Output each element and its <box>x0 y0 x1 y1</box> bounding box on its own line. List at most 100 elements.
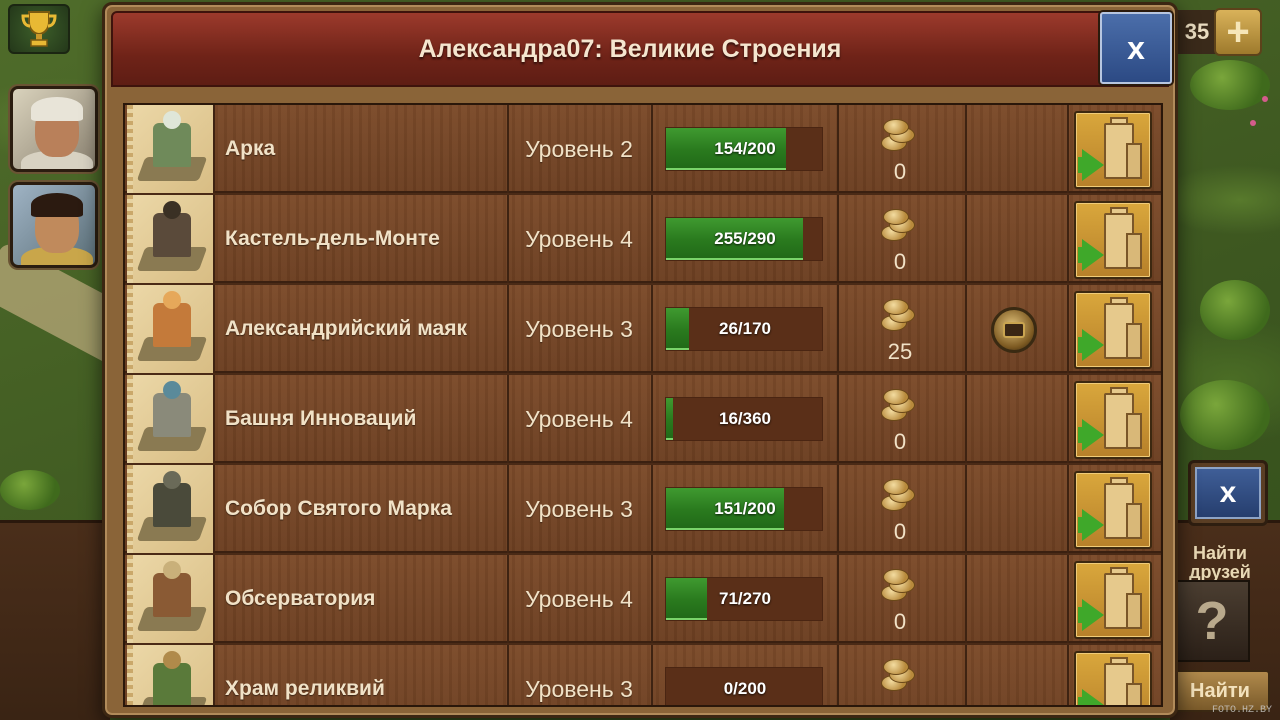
contribute-button[interactable] <box>1074 111 1152 189</box>
column-divider <box>837 285 839 373</box>
social-bar-left <box>0 520 110 720</box>
column-divider <box>965 375 967 463</box>
neighbor-avatar[interactable] <box>10 86 98 172</box>
column-divider <box>651 105 653 193</box>
column-divider <box>1067 645 1069 705</box>
reward-chest-icon[interactable] <box>991 307 1037 353</box>
building-thumbnail[interactable] <box>127 465 215 553</box>
progress-text: 16/360 <box>719 409 771 428</box>
arrow-right-icon <box>1082 419 1104 451</box>
forge-progress-bar: 26/170 <box>665 307 823 351</box>
forge-points-icon <box>877 207 921 241</box>
dialog-header: Александра07: Великие Строения <box>111 11 1169 87</box>
trophy-icon <box>21 11 57 47</box>
contribute-button[interactable] <box>1074 651 1152 705</box>
thumbnail-border <box>127 105 133 193</box>
building-row[interactable]: Обсерватория Уровень 4 71/270 0 <box>125 555 1161 643</box>
column-divider <box>837 195 839 283</box>
building-level: Уровень 2 <box>525 135 633 162</box>
forge-points-icon <box>877 477 921 511</box>
building-body <box>153 393 191 437</box>
progress-text: 71/270 <box>719 589 771 608</box>
great-buildings-table: Арка Уровень 2 154/200 0 Кастель-дель-Монте У… <box>123 103 1163 707</box>
building-thumbnail[interactable] <box>127 105 215 193</box>
building-name: Храм реликвий <box>225 677 385 700</box>
contribute-button[interactable] <box>1074 561 1152 639</box>
side-panel-close-button[interactable]: x <box>1188 460 1268 526</box>
building-body <box>153 483 191 527</box>
building-thumbnail[interactable] <box>127 285 215 373</box>
building-row[interactable]: Башня Инноваций Уровень 4 16/360 0 <box>125 375 1161 463</box>
contribute-button[interactable] <box>1074 471 1152 549</box>
coin-shape <box>883 389 909 405</box>
guild-member-avatar[interactable] <box>10 182 98 268</box>
forge-progress-bar: 71/270 <box>665 577 823 621</box>
building-roof <box>163 291 181 309</box>
tower-side <box>1126 143 1142 179</box>
progress-text: 0/200 <box>723 679 767 698</box>
thumbnail-border <box>127 645 133 705</box>
forge-points-value: 0 <box>893 429 907 454</box>
building-thumbnail[interactable] <box>127 195 215 283</box>
building-roof <box>163 651 181 669</box>
forge-points-value <box>865 697 935 705</box>
dialog-close-button[interactable]: x <box>1100 12 1172 84</box>
building-name: Собор Святого Марка <box>225 497 452 520</box>
avatar-hair <box>31 193 83 217</box>
close-icon: x <box>1195 467 1261 519</box>
forge-points-icon <box>877 297 921 331</box>
coin-shape <box>883 119 909 135</box>
thumbnail-border <box>127 555 133 643</box>
add-resource-button[interactable]: + <box>1214 8 1262 56</box>
building-level: Уровень 4 <box>525 225 633 252</box>
coin-shape <box>883 479 909 495</box>
unknown-friend-portrait[interactable]: ? <box>1174 580 1250 662</box>
arrow-right-icon <box>1082 599 1104 631</box>
building-level: Уровень 3 <box>525 495 633 522</box>
column-divider <box>1067 105 1069 193</box>
building-thumbnail[interactable] <box>127 645 215 705</box>
contribute-button[interactable] <box>1074 201 1152 279</box>
progress-text: 26/170 <box>719 319 771 338</box>
forge-points-value: 0 <box>893 609 907 634</box>
building-body <box>153 213 191 257</box>
column-divider <box>651 645 653 705</box>
arrow-right-icon <box>1082 689 1104 705</box>
forge-points-icon <box>877 657 921 691</box>
watermark: FOTO.HZ.BY <box>1211 705 1272 716</box>
column-divider <box>651 375 653 463</box>
column-divider <box>965 285 967 373</box>
column-divider <box>837 465 839 553</box>
building-thumbnail[interactable] <box>127 555 215 643</box>
building-row[interactable]: Арка Уровень 2 154/200 0 <box>125 105 1161 193</box>
building-row[interactable]: Кастель-дель-Монте Уровень 4 255/290 0 <box>125 195 1161 283</box>
trophy-button[interactable] <box>8 4 70 54</box>
building-row[interactable]: Александрийский маяк Уровень 3 26/170 25 <box>125 285 1161 373</box>
flower-decoration <box>1250 120 1256 126</box>
contribute-button[interactable] <box>1074 381 1152 459</box>
building-row[interactable]: Храм реликвий Уровень 3 0/200 <box>125 645 1161 705</box>
column-divider <box>965 555 967 643</box>
column-divider <box>1067 285 1069 373</box>
arrow-right-icon <box>1082 239 1104 271</box>
building-level: Уровень 4 <box>525 405 633 432</box>
forge-progress-bar: 16/360 <box>665 397 823 441</box>
building-roof <box>163 111 181 129</box>
contribute-button[interactable] <box>1074 291 1152 369</box>
forge-points-icon <box>877 387 921 421</box>
progress-text: 154/200 <box>714 139 776 158</box>
flower-decoration <box>1262 96 1268 102</box>
building-roof <box>163 201 181 219</box>
building-name: Арка <box>225 137 276 160</box>
building-thumbnail[interactable] <box>127 375 215 463</box>
column-divider <box>837 645 839 705</box>
dialog-title: Александра07: Великие Строения <box>418 34 842 63</box>
building-body <box>153 573 191 617</box>
forge-points-value: 25 <box>887 339 913 364</box>
tower-side <box>1126 503 1142 539</box>
column-divider <box>1067 465 1069 553</box>
forge-points-value: 0 <box>893 249 907 274</box>
building-row[interactable]: Собор Святого Марка Уровень 3 151/200 0 <box>125 465 1161 553</box>
thumbnail-border <box>127 195 133 283</box>
building-roof <box>163 471 181 489</box>
